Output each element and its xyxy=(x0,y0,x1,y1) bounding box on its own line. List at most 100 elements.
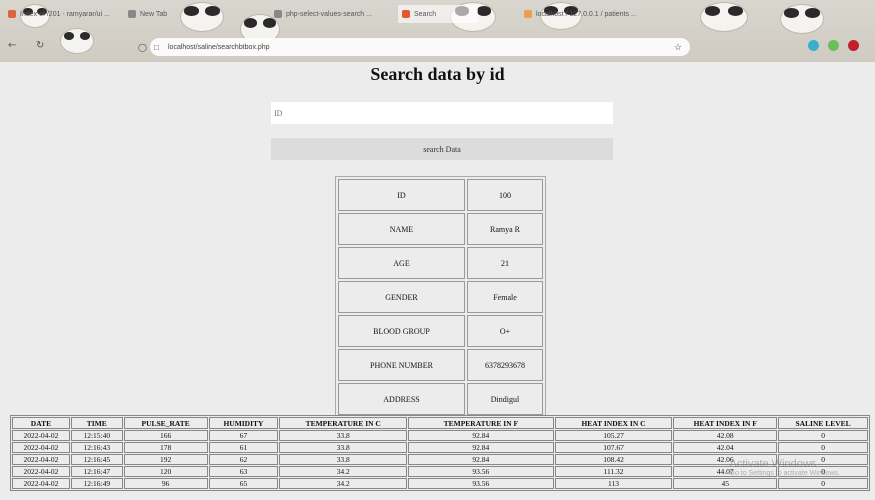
tab-search-active[interactable]: Search xyxy=(398,5,478,23)
table-cell: 2022-04-02 xyxy=(12,442,70,453)
table-cell: 0 xyxy=(778,466,868,477)
table-cell: 45 xyxy=(673,478,778,489)
table-cell: 111.32 xyxy=(554,466,673,477)
column-header: HEAT INDEX IN C xyxy=(554,417,673,429)
reload-icon[interactable]: ↻ xyxy=(36,40,44,51)
column-header: DATE xyxy=(12,417,70,429)
table-cell: 44.07 xyxy=(673,466,778,477)
table-cell: 0 xyxy=(778,442,868,453)
detail-row: BLOOD GROUP O+ xyxy=(338,315,543,347)
tab-favicon-icon xyxy=(128,10,136,18)
table-row: 2022-04-02 12:16:47 120 63 34.2 93.56 111.32 44… xyxy=(12,466,868,477)
tab-favicon-icon xyxy=(524,10,532,18)
page-content: Search data by id search Data ID100NAMER… xyxy=(0,62,875,500)
tab-label: New Tab xyxy=(140,10,168,18)
panda-theme-decoration xyxy=(60,28,94,54)
detail-value: Dindigul xyxy=(467,383,543,415)
table-cell: 12:15:40 xyxy=(70,430,123,441)
table-cell: 33.8 xyxy=(279,442,408,453)
table-cell: 92.84 xyxy=(408,454,554,465)
tab-label: localhost / 127.0.0.1 / patients ... xyxy=(536,10,637,18)
extension-icon[interactable] xyxy=(808,40,819,51)
page-icon: □ xyxy=(154,42,159,52)
readings-table: DATE TIME PULSE_RATE HUMIDITY TEMPERATURE IN… xyxy=(10,415,870,491)
detail-key: PHONE NUMBER xyxy=(338,349,465,381)
detail-row: PHONE NUMBER 6378293678 xyxy=(338,349,543,381)
table-cell: 2022-04-02 xyxy=(12,466,70,477)
tab-label: php-select-values-search ... xyxy=(286,10,372,18)
tab-php-select[interactable]: php-select-values-search ... xyxy=(270,5,388,23)
table-cell: 2022-04-02 xyxy=(12,430,70,441)
table-cell: 12:16:47 xyxy=(70,466,123,477)
detail-row: AGE 21 xyxy=(338,247,543,279)
table-row: 2022-04-02 12:16:49 96 65 34.2 93.56 113 45 0 xyxy=(12,478,868,489)
table-cell: 61 xyxy=(208,442,279,453)
table-cell: 33.8 xyxy=(279,454,408,465)
extension-icon[interactable] xyxy=(828,40,839,51)
table-cell: 178 xyxy=(123,442,208,453)
column-header: TEMPERATURE IN C xyxy=(279,417,408,429)
table-cell: 107.67 xyxy=(554,442,673,453)
table-cell: 34.2 xyxy=(279,466,408,477)
column-header: HUMIDITY xyxy=(208,417,279,429)
info-icon[interactable]: ◯ xyxy=(138,43,147,52)
table-cell: 65 xyxy=(208,478,279,489)
table-cell: 12:16:49 xyxy=(70,478,123,489)
patient-details-table: ID 100 NAME Ramya R AGE 21 GENDER Female BLOOD G… xyxy=(335,176,546,418)
detail-value: 100 xyxy=(467,179,543,211)
detail-value: 6378293678 xyxy=(467,349,543,381)
column-header: SALINE LEVEL xyxy=(778,417,868,429)
detail-row: GENDER Female xyxy=(338,281,543,313)
column-header: HEAT INDEX IN F xyxy=(673,417,778,429)
search-data-button[interactable]: search Data xyxy=(271,138,613,160)
table-cell: 0 xyxy=(778,454,868,465)
table-cell: 92.84 xyxy=(408,442,554,453)
tab-phpmyadmin[interactable]: localhost / 127.0.0.1 / patients ... xyxy=(520,5,660,23)
table-cell: 96 xyxy=(123,478,208,489)
id-input[interactable] xyxy=(271,102,613,124)
detail-key: ADDRESS xyxy=(338,383,465,415)
table-cell: 166 xyxy=(123,430,208,441)
detail-key: AGE xyxy=(338,247,465,279)
table-cell: 93.56 xyxy=(408,466,554,477)
table-cell: 113 xyxy=(554,478,673,489)
detail-key: BLOOD GROUP xyxy=(338,315,465,347)
tab-label: Index of /201 - ramyarar/ui ... xyxy=(20,10,110,18)
url-text: localhost/saline/searchbtbox.php xyxy=(168,43,270,51)
column-header: TIME xyxy=(70,417,123,429)
table-cell: 93.56 xyxy=(408,478,554,489)
table-cell: 33.8 xyxy=(279,430,408,441)
detail-value: Female xyxy=(467,281,543,313)
table-cell: 2022-04-02 xyxy=(12,454,70,465)
browser-chrome: Index of /201 - ramyarar/ui ... New Tab … xyxy=(0,0,875,62)
column-header: TEMPERATURE IN F xyxy=(408,417,554,429)
back-arrow-icon[interactable]: ← xyxy=(8,40,16,51)
table-cell: 12:16:43 xyxy=(70,442,123,453)
address-bar[interactable]: ◯ □ localhost/saline/searchbtbox.php ☆ xyxy=(138,38,690,56)
table-cell: 108.42 xyxy=(554,454,673,465)
table-cell: 67 xyxy=(208,430,279,441)
detail-row: ID 100 xyxy=(338,179,543,211)
tab-favicon-icon xyxy=(402,10,410,18)
table-cell: 0 xyxy=(778,478,868,489)
table-cell: 120 xyxy=(123,466,208,477)
detail-value: 21 xyxy=(467,247,543,279)
detail-key: NAME xyxy=(338,213,465,245)
detail-key: GENDER xyxy=(338,281,465,313)
star-icon[interactable]: ☆ xyxy=(674,42,682,53)
table-cell: 63 xyxy=(208,466,279,477)
detail-value: Ramya R xyxy=(467,213,543,245)
tab-label: Search xyxy=(414,10,437,18)
detail-row: ADDRESS Dindigul xyxy=(338,383,543,415)
tab-favicon-icon xyxy=(274,10,282,18)
detail-value: O+ xyxy=(467,315,543,347)
tab-new-tab[interactable]: New Tab xyxy=(124,5,204,23)
detail-key: ID xyxy=(338,179,465,211)
profile-avatar[interactable] xyxy=(848,40,859,51)
page-title: Search data by id xyxy=(370,64,505,84)
table-row: 2022-04-02 12:16:43 178 61 33.8 92.84 107.67 42… xyxy=(12,442,868,453)
table-cell: 42.04 xyxy=(673,442,778,453)
tab-index[interactable]: Index of /201 - ramyarar/ui ... xyxy=(4,5,122,23)
table-cell: 105.27 xyxy=(554,430,673,441)
tab-favicon-icon xyxy=(8,10,16,18)
